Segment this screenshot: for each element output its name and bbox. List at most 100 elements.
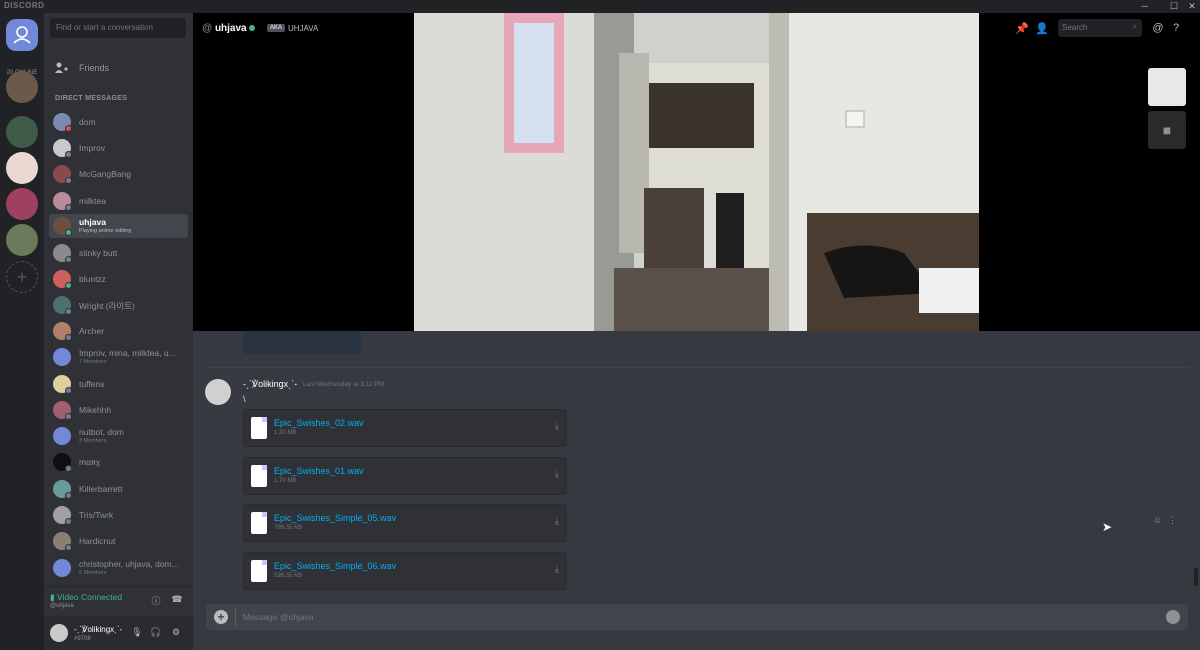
server-icon[interactable] [6,71,38,103]
participant-video-thumbnail[interactable] [1148,68,1186,106]
main-panel: @ uhjava AKA UHJAVA 📌 👤 Search ⌕ @ ? ■ -… [193,13,1200,650]
status-indicator [65,256,72,263]
find-conversation-input[interactable]: Find or start a conversation [50,18,186,38]
home-button[interactable] [6,19,38,51]
dm-name: Killerbarrett [79,484,123,494]
search-input[interactable]: Search ⌕ [1058,19,1142,37]
dm-item[interactable]: Archer [49,319,188,343]
camera-off-icon[interactable]: ■ [1148,111,1186,149]
file-icon [251,512,267,534]
dm-item[interactable]: nutbot, dom 3 Members [49,424,188,448]
file-name-link[interactable]: Epic_Swishes_02.wav [274,418,364,428]
settings-gear-icon[interactable]: ⚙ [170,627,182,639]
message-author[interactable]: -ˏˋ℣olikingxˎˊ- [243,379,297,390]
dm-name: tuffens [79,379,105,389]
friends-nav-item[interactable]: Friends [44,57,193,79]
image-attachment-preview[interactable] [243,331,361,354]
friends-icon [55,62,68,73]
message-input[interactable]: Message @uhjava [243,612,314,622]
dm-item[interactable]: stinky butt [49,241,188,265]
dm-item[interactable]: tuffens [49,372,188,396]
file-attachment: Epic_Swishes_Simple_06.wav 536.35 KB ⤓ [243,552,567,590]
avatar[interactable] [50,624,68,642]
status-indicator [65,204,72,211]
dm-item[interactable]: milktea [49,189,188,213]
file-name-link[interactable]: Epic_Swishes_01.wav [274,466,364,476]
add-reaction-icon[interactable]: ☺ [1153,515,1162,525]
add-friend-icon[interactable]: 👤 [1035,22,1049,36]
server-icon[interactable] [6,116,38,148]
status-indicator [65,544,72,551]
avatar [53,559,71,577]
friends-home-icon [13,26,31,44]
dm-name: Archer [79,326,105,336]
dm-item[interactable]: Tris/Twrk [49,503,188,527]
status-indicator [65,125,72,132]
status-indicator [65,229,72,236]
help-icon[interactable]: ? [1169,22,1183,36]
message-composer[interactable]: + Message @uhjava [206,604,1188,630]
dm-item[interactable]: mαяχ [49,450,188,474]
status-indicator [65,151,72,158]
dm-name: uhjava [79,217,106,227]
dm-item[interactable]: christopher, uhjava, dom... 5 Members [49,556,188,580]
dm-item[interactable]: bluntzz [49,267,188,291]
voice-channel-user: @uhjava [50,603,74,609]
file-name-link[interactable]: Epic_Swishes_Simple_05.wav [274,513,396,523]
status-indicator [65,465,72,472]
more-options-icon[interactable]: ⋮ [1168,515,1177,526]
upload-plus-icon[interactable]: + [214,610,228,624]
dm-name: Improv, mina, milktea, u... [79,348,176,358]
dm-item[interactable]: dom [49,110,188,134]
connection-info-icon[interactable]: ⓘ [150,594,162,606]
aka-name: UHJAVA [288,24,319,33]
scrollbar-thumb[interactable] [1194,568,1198,586]
close-icon[interactable]: ✕ [1183,0,1200,13]
current-user-tag: #9708 [74,636,91,642]
current-username: -ˏˋ℣olikingxˎˊ- [74,625,123,634]
dm-sidebar: Find or start a conversation Friends DIR… [44,13,193,650]
microphone-icon[interactable]: 🎙 [131,627,143,639]
voice-connected-label: ▮ Video Connected [50,592,123,602]
maximize-icon[interactable]: ☐ [1165,0,1183,13]
dm-item[interactable]: McGangBang [49,162,188,186]
download-icon[interactable]: ⤓ [555,564,559,575]
dm-item[interactable]: Improv [49,136,188,160]
dm-item[interactable]: Killerbarrett [49,477,188,501]
file-icon [251,465,267,487]
server-icon[interactable] [6,188,38,220]
dm-item[interactable]: Hardicnut [49,529,188,553]
disconnect-call-icon[interactable]: ☎ [171,594,183,606]
headphones-icon[interactable]: 🎧 [150,627,162,639]
message-list: -ˏˋ℣olikingxˎˊ- Last Wednesday at 3:11 P… [193,331,1200,591]
download-icon[interactable]: ⤓ [555,421,559,432]
dm-name: dom [79,117,96,127]
dm-item[interactable]: uhjava Playing anime editing [49,214,188,238]
scrollbar[interactable] [1194,331,1198,591]
server-icon[interactable] [6,152,38,184]
video-feed[interactable] [414,13,979,331]
add-server-button[interactable]: + [6,261,38,293]
dm-item[interactable]: Wright (라이트) [49,293,188,317]
dm-item[interactable]: Mikehhh [49,398,188,422]
dm-name: Improv [79,143,105,153]
server-icon[interactable] [6,224,38,256]
pin-icon[interactable]: 📌 [1015,22,1029,36]
avatar [53,348,71,366]
dm-name: McGangBang [79,169,131,179]
dm-name: Wright (라이트) [79,301,135,311]
emoji-icon[interactable] [1166,610,1180,624]
dm-section-header: DIRECT MESSAGES [55,95,128,102]
dm-name: milktea [79,196,106,206]
download-icon[interactable]: ⤓ [555,516,559,527]
mentions-icon[interactable]: @ [1151,22,1165,36]
dm-item[interactable]: Improv, mina, milktea, u... 7 Members [49,345,188,369]
avatar[interactable] [205,379,231,405]
file-name-link[interactable]: Epic_Swishes_Simple_06.wav [274,561,396,571]
download-icon[interactable]: ⤓ [555,469,559,480]
minimize-icon[interactable]: ─ [1136,0,1154,13]
file-size: 799.35 KB [274,525,303,531]
avatar [53,427,71,445]
file-icon [251,417,267,439]
composer-divider [235,608,236,626]
